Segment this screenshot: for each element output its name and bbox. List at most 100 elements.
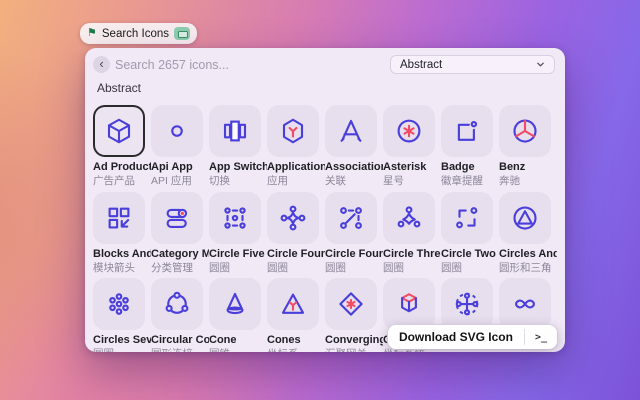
icon-card-coordinate-system[interactable] xyxy=(383,278,435,330)
icon-label: Blocks And... xyxy=(93,247,151,260)
icon-label-zh: 关联 xyxy=(325,175,346,187)
icon-label: Application... xyxy=(267,161,325,173)
icon-cell-circle-four-line: Circle Four...圆圈 xyxy=(325,191,383,279)
icon-label-zh: 坐标系 xyxy=(267,348,325,352)
icon-cell-circle-two-line: Circle Two L...圆圈 xyxy=(441,191,499,279)
download-svg-label: Download SVG Icon xyxy=(398,330,513,344)
association-icon xyxy=(340,119,362,142)
icon-cell-cones: Cones 坐标系 xyxy=(267,278,325,352)
icon-label-zh: 圆圈 xyxy=(325,261,346,274)
icon-cell-benz: Benz 奔驰 xyxy=(499,105,557,192)
circular-connection-icon xyxy=(165,291,189,314)
cone-icon xyxy=(226,292,244,315)
icon-label-zh: 徽章提醒 xyxy=(441,175,483,187)
badge-icon xyxy=(457,120,478,141)
icon-card-converging-gateway[interactable] xyxy=(325,278,377,330)
icon-label: Circle Two L... xyxy=(441,247,499,260)
icon-card-circle-four[interactable] xyxy=(267,191,319,244)
asterisk-icon xyxy=(397,119,421,143)
icon-cell-category-management: Category M...分类管理 xyxy=(151,191,209,279)
icon-card-benz[interactable] xyxy=(499,105,551,157)
circle-three-icon xyxy=(397,205,421,227)
icon-cell-circle-four: Circle Four 圆圈 xyxy=(267,191,325,279)
circle-five-line-icon xyxy=(224,206,246,229)
icon-label-zh: 圆圈 xyxy=(441,261,462,274)
icon-label-zh: 分类管理 xyxy=(151,261,193,274)
icon-label-zh: 圆锥 xyxy=(209,348,267,352)
section-title: Abstract xyxy=(97,81,142,95)
icon-label: Asterisk xyxy=(383,161,427,173)
api-app-icon xyxy=(171,125,183,137)
icon-label-zh: 汇聚网关 xyxy=(325,348,383,352)
icon-label: Association xyxy=(325,161,383,173)
benz-icon xyxy=(513,119,537,143)
icon-label-zh: 奔驰 xyxy=(499,175,520,187)
cross-ring-icon xyxy=(455,292,479,316)
icon-card-circles-seven[interactable] xyxy=(93,278,145,330)
category-dropdown[interactable]: Abstract xyxy=(390,55,555,74)
icon-card-category-management[interactable] xyxy=(151,191,203,244)
icon-label-zh: 圆圈 xyxy=(93,348,151,352)
icon-cell-association: Association 关联 xyxy=(325,105,383,192)
back-button[interactable]: ‹ xyxy=(93,56,110,73)
icon-cell-circle-five-line: Circle Five L...圆圈 xyxy=(209,191,267,279)
icon-label: Converging... xyxy=(325,334,383,346)
icon-card-circle-five-line[interactable] xyxy=(209,191,261,244)
icon-cell-circles-and-triangles: Circles And...圆形和三角 xyxy=(499,191,557,279)
mobius-icon xyxy=(515,299,535,309)
icon-label: Circles Seven xyxy=(93,334,151,346)
circle-four-line-icon xyxy=(340,206,362,229)
icon-card-api-app[interactable] xyxy=(151,105,203,157)
icon-label: Badge xyxy=(441,161,475,173)
icon-cell-badge: Badge 徽章提醒 xyxy=(441,105,499,192)
icon-cell-asterisk: Asterisk 星号 xyxy=(383,105,441,192)
icon-label-zh: 应用 xyxy=(267,175,288,187)
icon-cell-circles-seven: Circles Seven 圆圈 xyxy=(93,278,151,352)
application-icon xyxy=(282,118,304,144)
icon-card-cone[interactable] xyxy=(209,278,261,330)
icon-label-zh: 圆圈 xyxy=(209,261,230,274)
icon-label: Cone xyxy=(209,334,237,346)
icon-card-circle-two-line[interactable] xyxy=(441,191,493,244)
icon-card-app-switch[interactable] xyxy=(209,105,261,157)
icon-cell-circle-three: Circle Three 圆圈 xyxy=(383,191,441,279)
icon-cell-ad-product: Ad Product 广告产品 xyxy=(93,105,151,192)
icon-card-circle-three[interactable] xyxy=(383,191,435,244)
icon-cell-application: Application... 应用 xyxy=(267,105,325,192)
terminal-prompt-icon[interactable]: >_ xyxy=(525,325,557,349)
icon-label: Api App xyxy=(151,161,193,173)
circle-two-line-icon xyxy=(456,206,478,228)
icon-label: Circle Three xyxy=(383,247,441,260)
app-switch-icon xyxy=(223,120,247,142)
download-svg-button[interactable]: Download SVG Icon >_ xyxy=(387,325,557,349)
icon-card-association[interactable] xyxy=(325,105,377,157)
icon-card-circles-and-triangles[interactable] xyxy=(499,191,551,244)
icon-card-cones[interactable] xyxy=(267,278,319,330)
icon-cell-app-switch: App Switch 切换 xyxy=(209,105,267,192)
icon-card-asterisk[interactable] xyxy=(383,105,435,157)
search-icons-tag[interactable]: ⚑ Search Icons xyxy=(80,23,197,44)
search-input[interactable]: Search 2657 icons... xyxy=(115,58,229,72)
icon-card-blocks-and-arrows[interactable] xyxy=(93,191,145,244)
flag-icon: ⚑ xyxy=(87,27,97,39)
icon-card-cross-ring[interactable] xyxy=(441,278,493,330)
icon-cell-api-app: Api App API 应用 xyxy=(151,105,209,192)
icon-card-ad-product[interactable] xyxy=(93,105,145,157)
icon-card-application[interactable] xyxy=(267,105,319,157)
icon-card-badge[interactable] xyxy=(441,105,493,157)
icon-label: Circle Five L... xyxy=(209,247,267,260)
icon-label-zh: API 应用 xyxy=(151,175,192,187)
icon-label: Circle Four xyxy=(267,247,325,260)
blocks-and-arrows-icon xyxy=(108,207,130,228)
icon-card-circle-four-line[interactable] xyxy=(325,191,377,244)
icon-card-circular-connection[interactable] xyxy=(151,278,203,330)
icon-label-zh: 圆形和三角 xyxy=(499,261,552,274)
icon-label-zh: 广告产品 xyxy=(93,175,135,187)
icon-label: Ad Product xyxy=(93,161,151,173)
coordinate-system-icon xyxy=(401,293,417,313)
icon-label-zh: 圆圈 xyxy=(383,261,404,274)
icon-label: Circles And... xyxy=(499,247,557,260)
green-app-icon xyxy=(174,27,190,40)
cones-icon xyxy=(281,293,305,314)
icon-card-mobius[interactable] xyxy=(499,278,551,330)
